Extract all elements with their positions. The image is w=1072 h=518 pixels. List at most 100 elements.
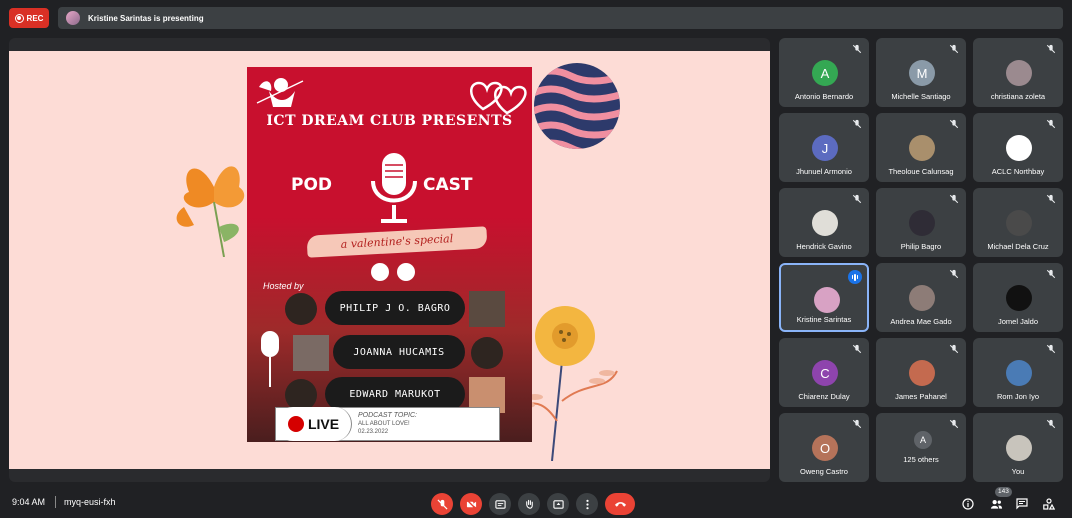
leave-call-button[interactable] [605, 493, 635, 515]
presenter-avatar [66, 11, 80, 25]
participant-tile[interactable]: You [973, 413, 1063, 482]
participant-name: Andrea Mae Gado [890, 317, 952, 326]
camera-off-button[interactable] [460, 493, 482, 515]
clock: 9:04 AM [12, 497, 46, 507]
participant-tile[interactable]: Philip Bagro [876, 188, 966, 257]
host-decor-circle [471, 337, 503, 369]
people-button[interactable] [986, 494, 1006, 514]
participant-tile[interactable]: Jomel Jaldo [973, 263, 1063, 332]
participant-tile[interactable]: O Oweng Castro [779, 413, 869, 482]
people-count-badge: 143 [995, 487, 1012, 497]
podcast-poster: ICT DREAM CLUB PRESENTS POD CAST a valen… [247, 67, 532, 442]
participant-tile[interactable]: M Michelle Santiago [876, 38, 966, 107]
topic-date: 02.23.2022 [358, 429, 389, 435]
participant-tile[interactable]: James Pahanel [876, 338, 966, 407]
host-name-1: PHILIP J O. BAGRO [325, 291, 465, 325]
mic-muted-icon [852, 419, 862, 429]
orange-flower-decoration [176, 166, 245, 257]
participant-name: Theoloue Calunsag [888, 167, 954, 176]
participant-tile[interactable]: Hendrick Gavino [779, 188, 869, 257]
present-screen-button[interactable] [547, 493, 569, 515]
host-decor-circle [285, 293, 317, 325]
participant-tile[interactable]: ACLC Northbay [973, 113, 1063, 182]
live-dot-icon [287, 416, 304, 432]
poster-cast-text: CAST [423, 175, 473, 195]
mic-off-button[interactable] [431, 493, 453, 515]
presenting-banner: Kristine Sarintas is presenting [58, 7, 1063, 29]
rec-label: REC [26, 13, 44, 23]
participant-tile[interactable]: J Jhunuel Armonio [779, 113, 869, 182]
avatar [1006, 60, 1032, 86]
hand-icon [525, 499, 533, 509]
meeting-info-button[interactable] [958, 494, 978, 514]
participant-name: Michael Dela Cruz [987, 242, 1049, 251]
poster-subtitle: a valentine's special [306, 226, 488, 258]
captions-button[interactable] [489, 493, 511, 515]
participant-name: Rom Jon Iyo [996, 392, 1040, 401]
participant-tile[interactable]: Kristine Sarintas [779, 263, 869, 332]
avatar [909, 285, 935, 311]
divider [55, 496, 56, 508]
avatar [1006, 210, 1032, 236]
captions-icon [494, 499, 506, 509]
more-options-button[interactable] [576, 493, 598, 515]
avatar [909, 210, 935, 236]
chat-button[interactable] [1012, 494, 1032, 514]
record-icon [14, 13, 24, 23]
participant-tile[interactable]: A Antonio Bernardo [779, 38, 869, 107]
mic-muted-icon [1046, 119, 1056, 129]
participant-tile[interactable]: Michael Dela Cruz [973, 188, 1063, 257]
avatar [814, 287, 840, 313]
mic-muted-icon [949, 194, 959, 204]
speaking-indicator-icon [848, 270, 862, 284]
avatar [1006, 360, 1032, 386]
host-name-3: EDWARD MARUKOT [325, 377, 465, 411]
mic-muted-icon [1046, 269, 1056, 279]
avatar: O [812, 435, 838, 461]
mic-muted-icon [852, 44, 862, 54]
participant-tile[interactable]: christiana zoleta [973, 38, 1063, 107]
mic-off-icon [436, 498, 448, 510]
activities-button[interactable] [1039, 494, 1059, 514]
hearts-icon [470, 81, 527, 115]
participant-name: 125 others [903, 455, 939, 464]
topic-label: PODCAST TOPIC: [358, 412, 417, 419]
participant-name: You [1011, 467, 1025, 476]
participant-tile[interactable]: A 125 others [876, 413, 966, 482]
spotify-icon [371, 263, 389, 281]
participant-name: James Pahanel [895, 392, 947, 401]
avatar: J [812, 135, 838, 161]
poster-pod-text: POD [291, 175, 333, 195]
camera-off-icon [465, 498, 477, 510]
avatar [1006, 285, 1032, 311]
recording-badge[interactable]: REC [9, 8, 49, 28]
presenting-text: Kristine Sarintas is presenting [88, 13, 204, 23]
mic-muted-icon [949, 119, 959, 129]
participant-tile[interactable]: Theoloue Calunsag [876, 113, 966, 182]
mic-muted-icon [949, 269, 959, 279]
mic-muted-icon [852, 119, 862, 129]
host-name-2: JOANNA HUCAMIS [333, 335, 465, 369]
hosted-by-label: Hosted by [263, 281, 304, 291]
participant-tile[interactable]: Rom Jon Iyo [973, 338, 1063, 407]
present-icon [552, 499, 564, 509]
avatar [1006, 135, 1032, 161]
mic-muted-icon [852, 194, 862, 204]
podcast-app-icon [397, 263, 415, 281]
avatar [812, 210, 838, 236]
avatar [909, 360, 935, 386]
mic-muted-icon [949, 44, 959, 54]
vintage-mic-icon [261, 331, 279, 387]
podcast-topic: PODCAST TOPIC: ALL ABOUT LOVE! 02.23.202… [358, 412, 417, 436]
live-banner: LIVE PODCAST TOPIC: ALL ABOUT LOVE! 02.2… [275, 407, 500, 441]
mic-muted-icon [852, 344, 862, 354]
participant-name: Antonio Bernardo [794, 92, 854, 101]
people-icon [990, 500, 1002, 509]
participant-tile[interactable]: Andrea Mae Gado [876, 263, 966, 332]
raise-hand-button[interactable] [518, 493, 540, 515]
avatar [1006, 435, 1032, 461]
activities-icon [1043, 498, 1055, 510]
avatar [909, 135, 935, 161]
participant-tile[interactable]: C Chiarenz Dulay [779, 338, 869, 407]
cupid-icon [256, 78, 304, 107]
